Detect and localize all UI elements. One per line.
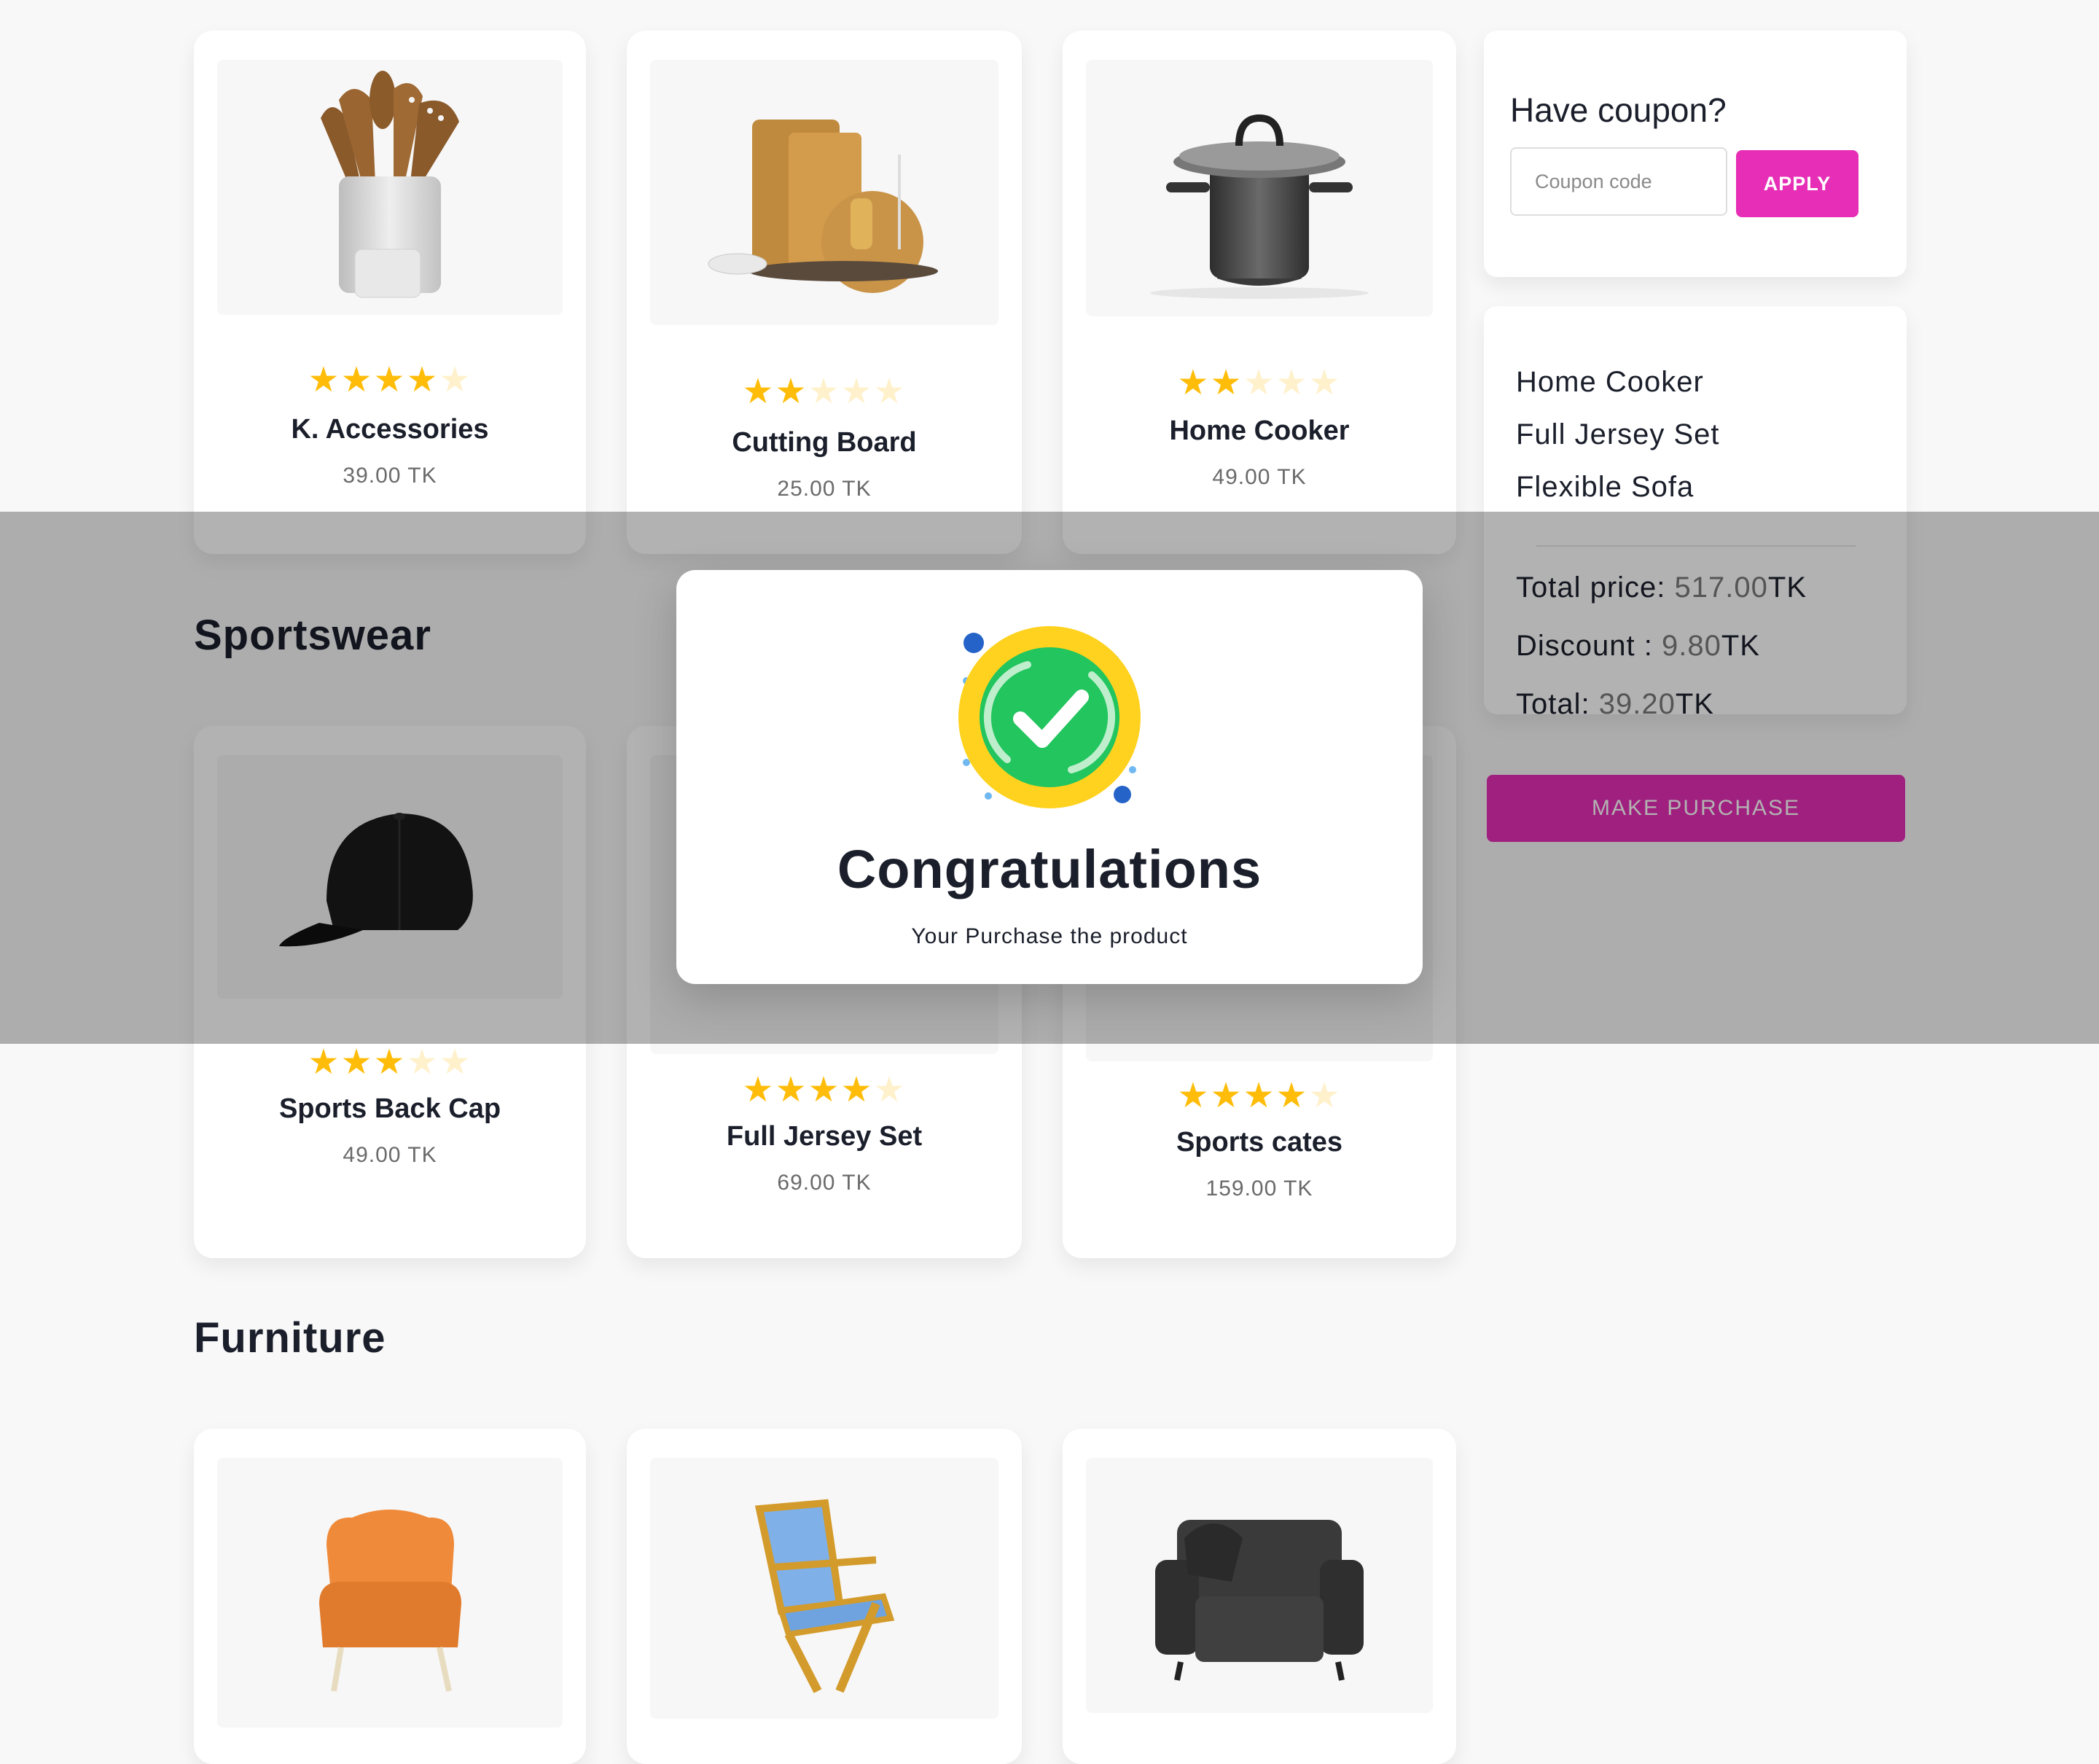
- product-card[interactable]: [194, 1429, 586, 1764]
- product-card[interactable]: [1063, 1429, 1456, 1764]
- star-icon: ★: [775, 1071, 808, 1109]
- summary-item: Home Cooker: [1516, 366, 1704, 398]
- coupon-title: Have coupon?: [1510, 91, 1727, 129]
- modal-message: Your Purchase the product: [911, 924, 1188, 948]
- product-image-leather-armchair: [1086, 1458, 1433, 1713]
- summary-item: Flexible Sofa: [1516, 471, 1695, 503]
- star-icon: ★: [1275, 1077, 1309, 1115]
- star-icon: ★: [340, 361, 374, 399]
- star-icon: ★: [873, 372, 907, 411]
- apply-coupon-button[interactable]: APPLY: [1736, 150, 1858, 217]
- star-icon: ★: [1210, 1077, 1243, 1115]
- product-image-cutting-board: [650, 60, 998, 325]
- star-icon: ★: [742, 1071, 775, 1109]
- star-icon: ★: [406, 361, 439, 399]
- success-modal: Congratulations Your Purchase the produc…: [676, 570, 1423, 984]
- product-card[interactable]: ★★★★★ Cutting Board 25.00 TK: [627, 31, 1022, 554]
- product-name: Sports cates: [1176, 1127, 1343, 1158]
- coupon-card: Have coupon? APPLY: [1484, 31, 1907, 277]
- section-title-furniture: Furniture: [194, 1314, 386, 1362]
- product-price: 69.00 TK: [777, 1171, 872, 1195]
- star-icon: ★: [1275, 364, 1309, 402]
- product-image-k-accessories: [217, 60, 563, 315]
- star-icon: ★: [373, 1043, 407, 1082]
- star-icon: ★: [340, 1043, 374, 1082]
- star-icon: ★: [808, 1071, 841, 1109]
- star-icon: ★: [873, 1071, 907, 1109]
- star-icon: ★: [1243, 1077, 1276, 1115]
- modal-title: Congratulations: [837, 839, 1262, 899]
- rating-stars: ★★★★★: [627, 375, 1022, 410]
- star-icon: ★: [373, 361, 407, 399]
- star-icon: ★: [775, 372, 808, 411]
- summary-item: Full Jersey Set: [1516, 418, 1720, 450]
- star-icon: ★: [742, 372, 775, 411]
- star-icon: ★: [308, 361, 341, 399]
- star-icon: ★: [1210, 364, 1243, 402]
- star-icon: ★: [308, 1043, 341, 1082]
- star-icon: ★: [439, 1043, 472, 1082]
- product-image-folding-chair: [650, 1458, 998, 1719]
- product-image-orange-armchair: [217, 1458, 563, 1728]
- rating-stars: ★★★★★: [1063, 1079, 1456, 1114]
- rating-stars: ★★★★★: [194, 363, 586, 398]
- star-icon: ★: [439, 361, 472, 399]
- product-name: K. Accessories: [291, 414, 489, 445]
- product-price: 159.00 TK: [1205, 1176, 1313, 1201]
- star-icon: ★: [1243, 364, 1276, 402]
- product-name: Cutting Board: [732, 427, 917, 458]
- product-name: Sports Back Cap: [278, 1093, 501, 1124]
- star-icon: ★: [1177, 1077, 1211, 1115]
- product-price: 49.00 TK: [343, 1143, 437, 1167]
- star-icon: ★: [808, 372, 841, 411]
- product-name: Home Cooker: [1169, 415, 1350, 446]
- rating-stars: ★★★★★: [627, 1073, 1022, 1108]
- star-icon: ★: [1308, 1077, 1342, 1115]
- product-price: 39.00 TK: [343, 464, 437, 488]
- star-icon: ★: [1308, 364, 1342, 402]
- product-name: Full Jersey Set: [726, 1121, 923, 1152]
- rating-stars: ★★★★★: [1063, 366, 1456, 401]
- success-check-icon: [947, 608, 1152, 812]
- product-price: 25.00 TK: [777, 477, 872, 501]
- star-icon: ★: [1177, 364, 1211, 402]
- star-icon: ★: [840, 372, 874, 411]
- product-card[interactable]: [627, 1429, 1022, 1764]
- product-price: 49.00 TK: [1212, 465, 1307, 489]
- product-image-home-cooker: [1086, 60, 1433, 316]
- star-icon: ★: [840, 1071, 874, 1109]
- coupon-code-input[interactable]: [1510, 147, 1727, 216]
- rating-stars: ★★★★★: [194, 1045, 586, 1080]
- product-card[interactable]: ★★★★★ K. Accessories 39.00 TK: [194, 31, 586, 554]
- product-card[interactable]: ★★★★★ Home Cooker 49.00 TK: [1063, 31, 1456, 554]
- star-icon: ★: [406, 1043, 439, 1082]
